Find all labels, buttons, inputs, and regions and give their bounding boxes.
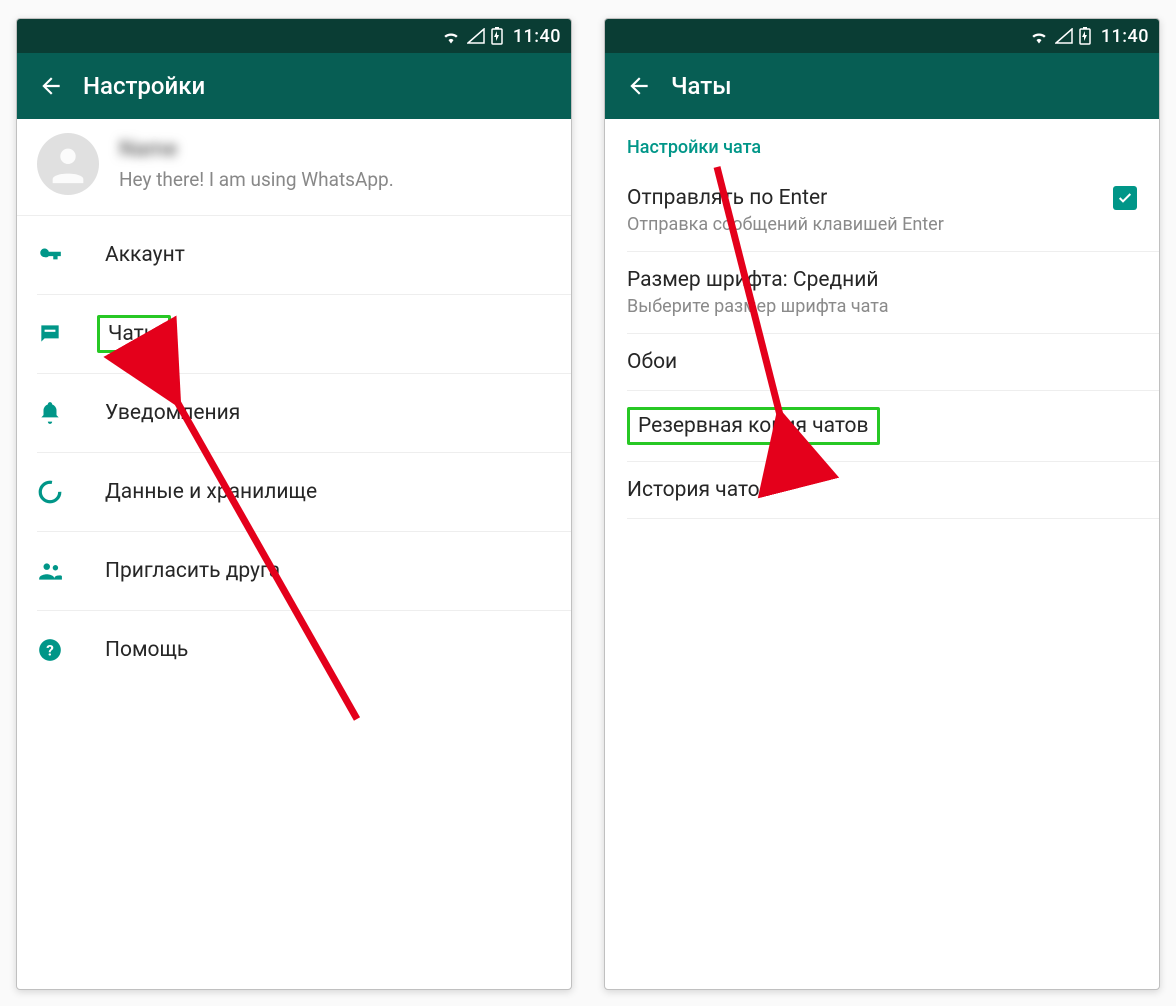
avatar <box>37 133 99 195</box>
settings-item-help[interactable]: ? Помощь <box>37 611 571 689</box>
chat-item-title: Обои <box>627 350 1137 374</box>
settings-item-label: Данные и хранилище <box>97 476 325 508</box>
section-header: Настройки чата <box>605 119 1159 170</box>
status-time: 11:40 <box>513 26 561 47</box>
settings-item-chats[interactable]: Чаты <box>37 295 571 374</box>
app-bar: Чаты <box>605 53 1159 119</box>
settings-item-label: Уведомления <box>97 397 248 429</box>
settings-item-invite[interactable]: Пригласить друга <box>37 532 571 611</box>
status-time: 11:40 <box>1101 26 1149 47</box>
phone-settings: 11:40 Настройки Name Hey there! I am usi… <box>16 18 572 990</box>
chat-settings-list: Отправлять по Enter Отправка сообщений к… <box>605 170 1159 519</box>
battery-icon <box>491 27 503 45</box>
data-icon <box>37 479 97 505</box>
chat-item-font-size[interactable]: Размер шрифта: Средний Выберите размер ш… <box>627 252 1159 334</box>
profile-status: Hey there! I am using WhatsApp. <box>119 168 551 191</box>
key-icon <box>37 242 97 268</box>
chat-item-title: Размер шрифта: Средний <box>627 268 1137 292</box>
people-icon <box>37 558 97 584</box>
settings-item-label: Чаты <box>97 315 171 353</box>
chat-item-backup[interactable]: Резервная копия чатов <box>627 391 1159 462</box>
battery-icon <box>1079 27 1091 45</box>
wifi-icon <box>1029 28 1049 44</box>
phone-chats-settings: 11:40 Чаты Настройки чата Отправлять по … <box>604 18 1160 990</box>
chat-item-sub: Выберите размер шрифта чата <box>627 296 1137 317</box>
status-bar: 11:40 <box>17 19 571 53</box>
back-button[interactable] <box>31 66 71 106</box>
settings-item-label: Пригласить друга <box>97 555 288 587</box>
settings-item-account[interactable]: Аккаунт <box>37 216 571 295</box>
svg-text:?: ? <box>46 641 54 659</box>
signal-icon <box>467 28 485 44</box>
chat-item-title: История чатов <box>627 478 1137 502</box>
settings-item-label: Помощь <box>97 634 196 666</box>
page-title: Настройки <box>83 72 205 100</box>
back-button[interactable] <box>619 66 659 106</box>
chat-item-title: Отправлять по Enter <box>627 186 827 210</box>
chat-item-wallpaper[interactable]: Обои <box>627 334 1159 391</box>
chat-icon <box>37 321 97 347</box>
settings-item-data[interactable]: Данные и хранилище <box>37 453 571 532</box>
bell-icon <box>37 400 97 426</box>
profile-row[interactable]: Name Hey there! I am using WhatsApp. <box>17 119 571 216</box>
profile-name-blurred: Name <box>119 137 551 162</box>
help-icon: ? <box>37 637 97 663</box>
checkbox-checked[interactable] <box>1113 186 1137 210</box>
settings-item-label: Аккаунт <box>97 239 193 271</box>
status-bar: 11:40 <box>605 19 1159 53</box>
chat-item-history[interactable]: История чатов <box>627 462 1159 519</box>
page-title: Чаты <box>671 72 732 100</box>
chat-item-enter-send[interactable]: Отправлять по Enter Отправка сообщений к… <box>627 170 1159 252</box>
wifi-icon <box>441 28 461 44</box>
chat-item-sub: Отправка сообщений клавишей Enter <box>627 214 1137 235</box>
app-bar: Настройки <box>17 53 571 119</box>
chat-item-title: Резервная копия чатов <box>627 407 880 445</box>
settings-list: Аккаунт Чаты Уведомления Данные и хранил… <box>17 216 571 689</box>
settings-item-notifications[interactable]: Уведомления <box>37 374 571 453</box>
signal-icon <box>1055 28 1073 44</box>
